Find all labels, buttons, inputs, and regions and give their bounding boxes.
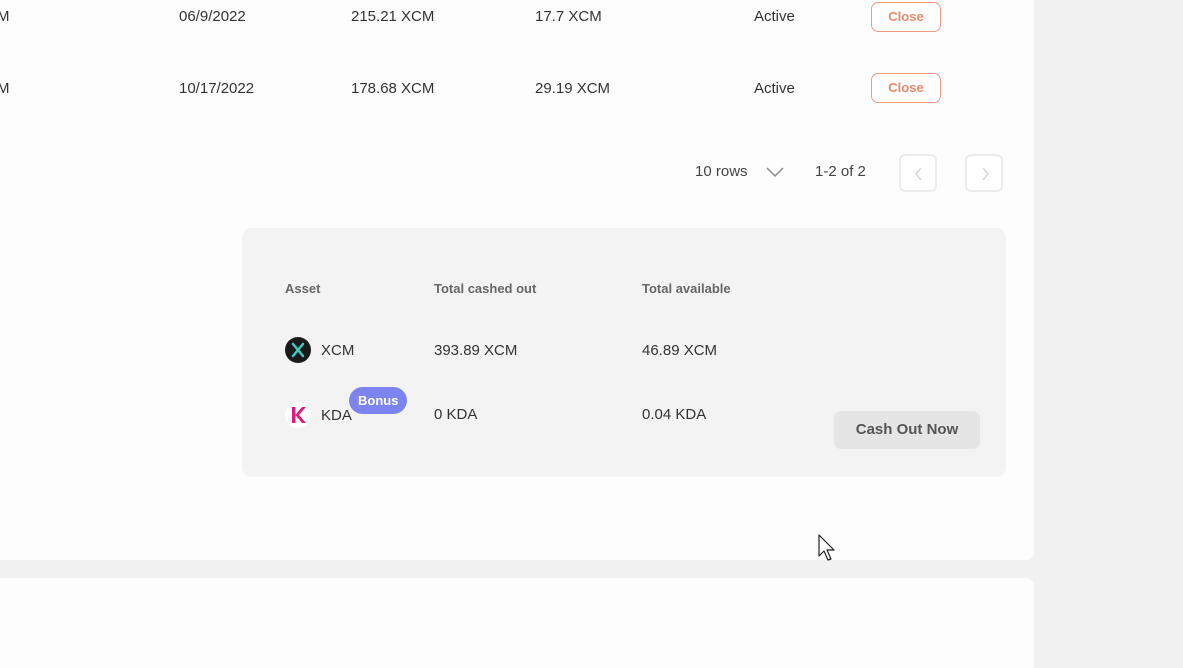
mouse-pointer-icon <box>818 534 838 567</box>
rows-per-page-select[interactable]: 10 rows <box>695 160 790 184</box>
bonus-badge: Bonus <box>349 387 408 414</box>
amount-cell-fragment: M <box>0 80 10 97</box>
asset-symbol: XCM <box>321 342 355 359</box>
positions-card: M 06/9/2022 215.21 XCM 17.7 XCM Active C… <box>0 0 1034 560</box>
xcm-logo-icon <box>285 337 311 363</box>
total-cashed-out-value: 0 KDA <box>434 406 478 423</box>
reward-cell: 17.7 XCM <box>535 8 602 25</box>
rows-per-page-label: 10 rows <box>695 163 748 180</box>
total-available-value: 46.89 XCM <box>642 342 718 359</box>
total-available-value: 0.04 KDA <box>642 406 707 423</box>
chevron-down-icon <box>766 165 784 183</box>
total-cashed-out-header: Total cashed out <box>434 281 537 296</box>
asset-header: Asset <box>285 281 321 296</box>
cash-out-summary-panel: Asset Total cashed out Total available X… <box>242 228 1006 477</box>
amount-cell: 178.68 XCM <box>351 80 435 97</box>
table-row: M 06/9/2022 215.21 XCM 17.7 XCM Active C… <box>0 0 1034 40</box>
close-button[interactable]: Close <box>871 2 941 32</box>
next-page-button[interactable] <box>965 154 1003 192</box>
date-cell: 06/9/2022 <box>179 8 246 25</box>
previous-page-button[interactable] <box>899 154 937 192</box>
status-cell: Active <box>754 8 795 25</box>
status-cell: Active <box>754 80 795 97</box>
kda-logo-icon <box>285 402 311 428</box>
cash-out-now-button[interactable]: Cash Out Now <box>834 411 980 449</box>
total-available-header: Total available <box>642 281 731 296</box>
chevron-left-icon <box>914 167 924 186</box>
total-cashed-out-value: 393.89 XCM <box>434 342 518 359</box>
table-row: M 10/17/2022 178.68 XCM 29.19 XCM Active… <box>0 72 1034 112</box>
chevron-right-icon <box>981 167 991 186</box>
lower-card <box>0 578 1034 668</box>
pagination-range: 1-2 of 2 <box>815 163 866 180</box>
reward-cell: 29.19 XCM <box>535 80 611 97</box>
date-cell: 10/17/2022 <box>179 80 255 97</box>
amount-cell: 215.21 XCM <box>351 8 435 25</box>
close-button[interactable]: Close <box>871 73 941 103</box>
amount-cell-fragment: M <box>0 8 10 25</box>
asset-symbol: KDA <box>321 407 352 424</box>
